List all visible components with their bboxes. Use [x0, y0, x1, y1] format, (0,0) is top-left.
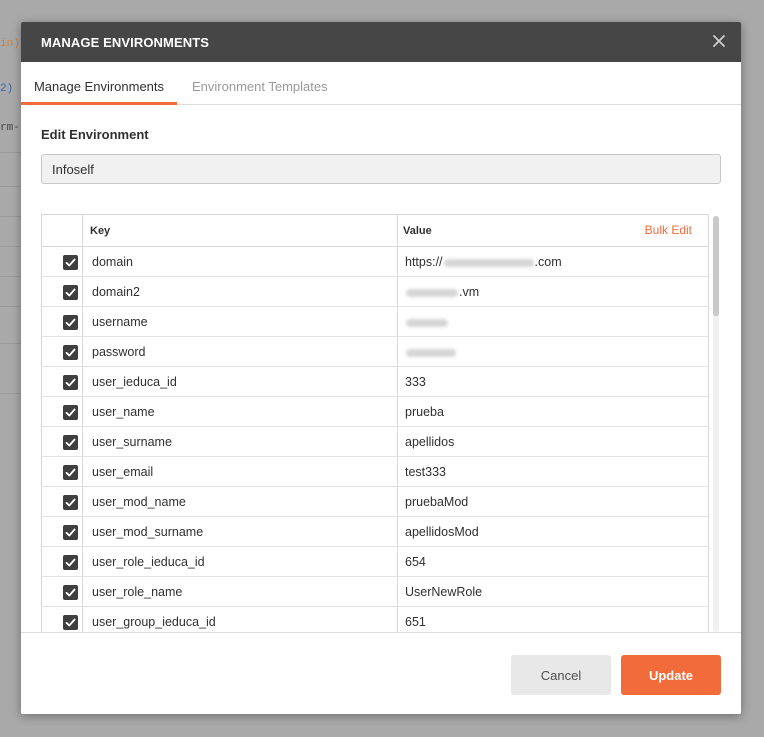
- row-key[interactable]: user_surname: [92, 435, 172, 449]
- table-row: domain2 .vm: [42, 277, 708, 307]
- modal-title: MANAGE ENVIRONMENTS: [41, 35, 210, 50]
- redacted-value: [443, 258, 534, 267]
- redacted-value: [406, 288, 458, 297]
- row-checkbox[interactable]: [63, 345, 78, 360]
- table-row: user_mod_name pruebaMod: [42, 487, 708, 517]
- value-column-header: Value: [397, 215, 432, 246]
- value-suffix: .com: [534, 255, 562, 269]
- row-checkbox[interactable]: [63, 525, 78, 540]
- row-value[interactable]: apellidosMod: [397, 517, 708, 546]
- table-scrollbar[interactable]: [713, 216, 719, 632]
- table-body: domain https:// .com domain2 .vm username pass…: [42, 247, 708, 632]
- row-checkbox[interactable]: [63, 285, 78, 300]
- table-row: password: [42, 337, 708, 367]
- row-key[interactable]: user_mod_surname: [92, 525, 203, 539]
- row-value[interactable]: https:// .com: [397, 247, 708, 276]
- row-value[interactable]: test333: [397, 457, 708, 486]
- value-suffix: .vm: [459, 285, 480, 299]
- row-checkbox[interactable]: [63, 615, 78, 630]
- key-column-header: Key: [90, 225, 111, 237]
- scrollbar-thumb[interactable]: [713, 216, 719, 316]
- tab-manage-environments[interactable]: Manage Environments: [21, 62, 177, 105]
- table-row: user_role_ieduca_id 654: [42, 547, 708, 577]
- row-key[interactable]: user_mod_name: [92, 495, 186, 509]
- edit-environment-label: Edit Environment: [41, 127, 149, 142]
- row-key[interactable]: user_group_ieduca_id: [92, 615, 216, 629]
- row-value[interactable]: [397, 307, 708, 336]
- row-checkbox[interactable]: [63, 585, 78, 600]
- row-checkbox[interactable]: [63, 555, 78, 570]
- row-value[interactable]: 654: [397, 547, 708, 576]
- bg-code-fragment-3: rm-: [0, 122, 20, 134]
- row-key[interactable]: user_name: [92, 405, 155, 419]
- tab-bar: Manage Environments Environment Template…: [21, 62, 741, 105]
- table-row: user_name prueba: [42, 397, 708, 427]
- tab-environment-templates[interactable]: Environment Templates: [192, 62, 328, 105]
- row-checkbox[interactable]: [63, 255, 78, 270]
- row-value[interactable]: [397, 337, 708, 366]
- row-key[interactable]: user_role_ieduca_id: [92, 555, 205, 569]
- row-key[interactable]: user_email: [92, 465, 153, 479]
- variables-table: Key Value Bulk Edit domain https://.com do…: [41, 214, 709, 632]
- manage-environments-modal: MANAGE ENVIRONMENTS Manage Environments …: [21, 22, 741, 714]
- row-checkbox[interactable]: [63, 315, 78, 330]
- row-key[interactable]: password: [92, 345, 146, 359]
- table-row: user_role_name UserNewRole: [42, 577, 708, 607]
- row-key[interactable]: user_role_name: [92, 585, 182, 599]
- row-value[interactable]: 651: [397, 607, 708, 632]
- row-value[interactable]: pruebaMod: [397, 487, 708, 516]
- table-row: user_email test333: [42, 457, 708, 487]
- table-row: domain https:// .com: [42, 247, 708, 277]
- table-row: user_ieduca_id 333: [42, 367, 708, 397]
- close-icon[interactable]: [709, 31, 729, 51]
- row-checkbox[interactable]: [63, 435, 78, 450]
- modal-footer: Cancel Update: [21, 632, 741, 714]
- modal-header: MANAGE ENVIRONMENTS: [21, 22, 741, 62]
- bulk-edit-link[interactable]: Bulk Edit: [645, 223, 692, 237]
- redacted-value: [406, 318, 448, 327]
- row-checkbox[interactable]: [63, 495, 78, 510]
- update-button[interactable]: Update: [621, 655, 721, 695]
- row-value[interactable]: prueba: [397, 397, 708, 426]
- row-key[interactable]: username: [92, 315, 148, 329]
- redacted-value: [406, 348, 456, 357]
- row-value[interactable]: .vm: [397, 277, 708, 306]
- environment-name-input[interactable]: [41, 154, 721, 184]
- row-key[interactable]: user_ieduca_id: [92, 375, 177, 389]
- row-key[interactable]: domain: [92, 255, 133, 269]
- table-row: user_group_ieduca_id 651: [42, 607, 708, 632]
- row-key[interactable]: domain2: [92, 285, 140, 299]
- cancel-button[interactable]: Cancel: [511, 655, 611, 695]
- row-value[interactable]: UserNewRole: [397, 577, 708, 606]
- row-value[interactable]: 333: [397, 367, 708, 396]
- bg-code-fragment-2: 2): [0, 83, 14, 95]
- table-row: username: [42, 307, 708, 337]
- row-checkbox[interactable]: [63, 405, 78, 420]
- value-prefix: https://: [405, 255, 443, 269]
- row-checkbox[interactable]: [63, 465, 78, 480]
- table-header: Key Value Bulk Edit: [42, 215, 708, 247]
- table-row: user_mod_surname apellidosMod: [42, 517, 708, 547]
- row-value[interactable]: apellidos: [397, 427, 708, 456]
- table-row: user_surname apellidos: [42, 427, 708, 457]
- row-checkbox[interactable]: [63, 375, 78, 390]
